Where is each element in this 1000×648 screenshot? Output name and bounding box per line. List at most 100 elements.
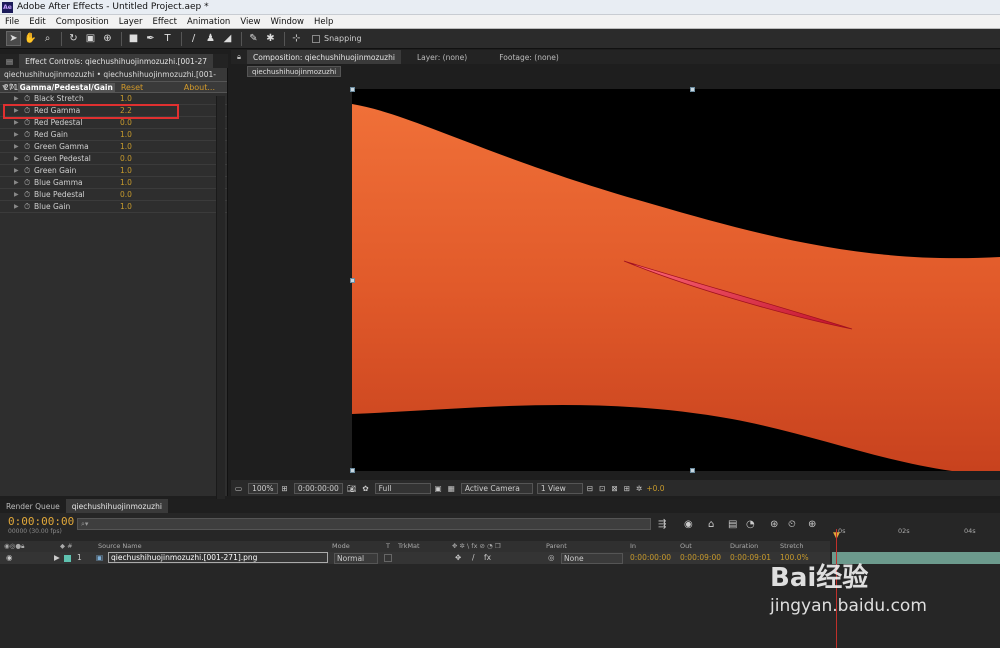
shy-layers-icon[interactable]: ⊕ bbox=[808, 519, 816, 530]
expand-triangle-icon[interactable]: ▼ bbox=[0, 84, 9, 91]
axis-mode-icon[interactable]: ⊹ bbox=[289, 31, 304, 46]
layer-duration[interactable]: 0:00:09:01 bbox=[730, 553, 771, 562]
column-out[interactable]: Out bbox=[680, 542, 692, 550]
pen-tool-icon[interactable]: ✒ bbox=[143, 31, 158, 46]
column-t[interactable]: T bbox=[386, 542, 390, 550]
composition-name-chip[interactable]: qiechushihuojinmozuzhi bbox=[247, 66, 342, 77]
param-expand-icon[interactable]: ▶ bbox=[14, 167, 24, 174]
comp-mini-flowchart-icon[interactable]: ⇶ bbox=[658, 519, 666, 530]
pixel-aspect-icon[interactable]: ⊟ bbox=[587, 484, 593, 493]
motion-blur-icon[interactable]: ◔ bbox=[746, 519, 755, 530]
layer-mode-dropdown[interactable]: Normal bbox=[334, 553, 378, 564]
menu-help[interactable]: Help bbox=[309, 17, 338, 27]
puppet-tool-icon[interactable]: ✱ bbox=[263, 31, 278, 46]
layer-in-time[interactable]: 0:00:00:00 bbox=[630, 553, 671, 562]
fx-icon[interactable]: fx bbox=[9, 83, 16, 91]
param-value[interactable]: 1.0 bbox=[120, 178, 132, 187]
menu-layer[interactable]: Layer bbox=[114, 17, 148, 27]
hand-tool-icon[interactable]: ✋ bbox=[23, 31, 38, 46]
layer-handle-bl[interactable] bbox=[350, 468, 355, 473]
magnification-dropdown[interactable]: 100% bbox=[248, 482, 278, 494]
layer-expand-icon[interactable]: ▶ bbox=[54, 553, 60, 562]
rectangle-tool-icon[interactable]: ■ bbox=[126, 31, 141, 46]
tab-composition[interactable]: Composition: qiechushihuojinmozuzhi bbox=[247, 50, 401, 64]
tab-footage[interactable]: Footage: (none) bbox=[493, 50, 565, 64]
pan-behind-tool-icon[interactable]: ⊕ bbox=[100, 31, 115, 46]
param-value[interactable]: 0.0 bbox=[120, 190, 132, 199]
effect-param-row[interactable]: ▶ ⏱︎ Blue Gamma 1.0 bbox=[0, 177, 227, 189]
snapping-checkbox[interactable] bbox=[312, 34, 320, 43]
collapse-switch-icon[interactable]: ✥ bbox=[455, 553, 461, 562]
tab-effect-controls[interactable]: Effect Controls: qiechushihuojinmozuzhi.… bbox=[19, 54, 214, 68]
param-value[interactable]: 1.0 bbox=[120, 166, 132, 175]
menu-view[interactable]: View bbox=[235, 17, 265, 27]
zoom-tool-icon[interactable]: ⌕ bbox=[40, 31, 55, 46]
resolution-dropdown[interactable]: Full bbox=[374, 482, 431, 494]
column-parent[interactable]: Parent bbox=[546, 542, 567, 550]
timeline-current-time[interactable]: 0:00:00:00 bbox=[8, 515, 74, 528]
layer-handle-tc[interactable] bbox=[690, 87, 695, 92]
lock-icon[interactable]: 🔒︎ bbox=[231, 50, 247, 64]
parent-dropdown[interactable]: None bbox=[561, 553, 623, 564]
stopwatch-icon[interactable]: ⏱︎ bbox=[24, 202, 34, 212]
stopwatch-icon[interactable]: ⏱︎ bbox=[24, 178, 34, 188]
transparency-grid-icon[interactable]: ▦ bbox=[448, 484, 455, 493]
timeline-icon[interactable]: ⊠ bbox=[611, 484, 617, 493]
effect-reset-link[interactable]: Reset bbox=[121, 83, 143, 92]
stopwatch-icon[interactable]: ⏱︎ bbox=[24, 154, 34, 164]
color-channels-icon[interactable]: ✿ bbox=[362, 484, 368, 493]
effect-about-link[interactable]: About... bbox=[184, 83, 215, 92]
exposure-value[interactable]: +0.0 bbox=[646, 484, 664, 493]
panel-menu-icon[interactable]: ▤ bbox=[0, 54, 19, 68]
eraser-tool-icon[interactable]: ◢ bbox=[220, 31, 235, 46]
brush-tool-icon[interactable]: / bbox=[186, 31, 201, 46]
param-value[interactable]: 0.0 bbox=[120, 118, 132, 127]
quality-switch-icon[interactable]: / bbox=[472, 553, 475, 562]
param-expand-icon[interactable]: ▶ bbox=[14, 131, 24, 138]
tab-render-queue[interactable]: Render Queue bbox=[0, 499, 66, 513]
time-ruler[interactable]: 0s 02s 04s ▼ bbox=[832, 521, 1000, 541]
exposure-icon[interactable]: ✲ bbox=[636, 484, 642, 493]
grid-toggle-icon[interactable]: ⊞ bbox=[282, 484, 288, 493]
stopwatch-icon[interactable]: ⏱︎ bbox=[24, 130, 34, 140]
param-value[interactable]: 0.0 bbox=[120, 154, 132, 163]
brainstorm-icon[interactable]: ⏲ bbox=[788, 519, 796, 530]
param-expand-icon[interactable]: ▶ bbox=[14, 155, 24, 162]
column-trkmat[interactable]: TrkMat bbox=[398, 542, 420, 550]
effect-header-row[interactable]: ▼ fx Gamma/Pedestal/Gain Reset About... bbox=[0, 81, 227, 93]
rotation-tool-icon[interactable]: ↻ bbox=[66, 31, 81, 46]
timeline-search-input[interactable]: ⌕▾ bbox=[77, 518, 651, 530]
pickwhip-icon[interactable]: ◎ bbox=[548, 553, 555, 562]
draft-3d-icon[interactable]: ⌂ bbox=[708, 519, 714, 530]
param-value[interactable]: 1.0 bbox=[120, 94, 132, 103]
camera-view-dropdown[interactable]: Active Camera bbox=[460, 482, 533, 494]
effect-param-row[interactable]: ▶ ⏱︎ Green Gain 1.0 bbox=[0, 165, 227, 177]
tab-timeline-comp[interactable]: qiechushihuojinmozuzhi bbox=[65, 499, 168, 513]
snapshot-icon[interactable]: 📷︎ bbox=[347, 484, 357, 493]
frame-blending-icon[interactable]: ▤ bbox=[728, 519, 737, 530]
label-color-icon[interactable] bbox=[64, 555, 71, 562]
effect-controls-scrollbar[interactable] bbox=[216, 96, 225, 506]
effect-param-row[interactable]: ▶ ⏱︎ Green Gamma 1.0 bbox=[0, 141, 227, 153]
flowchart-icon[interactable]: ⊞ bbox=[624, 484, 630, 493]
layer-out-time[interactable]: 0:00:09:00 bbox=[680, 553, 721, 562]
param-value[interactable]: 1.0 bbox=[120, 130, 132, 139]
column-duration[interactable]: Duration bbox=[730, 542, 758, 550]
selection-tool-icon[interactable]: ➤ bbox=[6, 31, 21, 46]
menu-file[interactable]: File bbox=[0, 17, 24, 27]
param-expand-icon[interactable]: ▶ bbox=[14, 179, 24, 186]
stopwatch-icon[interactable]: ⏱︎ bbox=[24, 166, 34, 176]
menu-composition[interactable]: Composition bbox=[51, 17, 114, 27]
layer-handle-tl[interactable] bbox=[350, 87, 355, 92]
visibility-eye-icon[interactable]: ◉ bbox=[6, 553, 13, 562]
live-update-icon[interactable]: ◉ bbox=[684, 519, 693, 530]
menu-effect[interactable]: Effect bbox=[148, 17, 182, 27]
camera-tool-icon[interactable]: ▣ bbox=[83, 31, 98, 46]
column-stretch[interactable]: Stretch bbox=[780, 542, 803, 550]
param-expand-icon[interactable]: ▶ bbox=[14, 203, 24, 210]
param-expand-icon[interactable]: ▶ bbox=[14, 95, 24, 102]
stopwatch-icon[interactable]: ⏱︎ bbox=[24, 94, 34, 104]
view-layout-dropdown[interactable]: 1 View bbox=[536, 482, 583, 494]
layer-handle-bc[interactable] bbox=[690, 468, 695, 473]
layer-handle-ml[interactable] bbox=[350, 278, 355, 283]
